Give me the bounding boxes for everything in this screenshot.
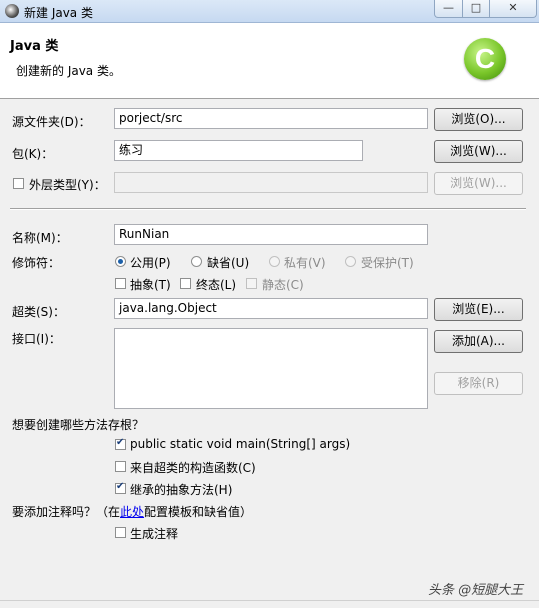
comments-question: 要添加注释吗？（在此处配置模板和缺省值） — [12, 503, 252, 520]
superclass-constructors-label: 来自超类的构造函数(C) — [130, 461, 256, 475]
modifier-public-label: 公用(P) — [130, 256, 171, 270]
remove-interface-button[interactable]: 移除(R) — [434, 372, 523, 395]
configure-templates-link[interactable]: 此处 — [120, 505, 144, 519]
comments-question-suffix: 配置模板和缺省值） — [144, 505, 253, 519]
modifier-default-radio[interactable] — [191, 256, 202, 267]
separator — [10, 208, 526, 210]
name-label: 名称(M)： — [12, 231, 68, 245]
abstract-checkbox[interactable] — [115, 278, 126, 289]
class-name-input[interactable]: RunNian — [114, 224, 428, 245]
superclass-label: 超类(S)： — [12, 305, 65, 319]
eclipse-app-icon — [5, 4, 19, 18]
browse-package-button[interactable]: 浏览(W)... — [434, 140, 523, 163]
package-input[interactable]: 练习 — [114, 140, 363, 161]
wizard-header: Java 类 创建新的 Java 类。 C — [0, 23, 539, 99]
modifiers-label: 修饰符： — [12, 256, 61, 270]
modifier-protected-label: 受保护(T) — [361, 256, 414, 270]
final-label: 终态(L) — [196, 278, 237, 292]
interfaces-label: 接口(I)： — [12, 332, 61, 346]
modifier-private-label: 私有(V) — [284, 256, 326, 270]
superclass-input[interactable]: java.lang.Object — [114, 298, 428, 319]
maximize-button[interactable]: □ — [462, 0, 490, 18]
method-stubs-question: 想要创建哪些方法存根？ — [12, 418, 145, 432]
watermark-text: 头条 @短腿大王 — [428, 583, 524, 598]
final-checkbox[interactable] — [180, 278, 191, 289]
enclosing-type-input[interactable] — [114, 172, 428, 193]
source-folder-label: 源文件夹(D)： — [12, 115, 91, 129]
window-titlebar: 新建 Java 类 — □ ✕ — [0, 0, 539, 23]
source-folder-input[interactable]: porject/src — [114, 108, 428, 129]
wizard-subtitle: 创建新的 Java 类。 — [16, 64, 121, 78]
main-method-label: public static void main(String[] args) — [130, 437, 351, 451]
static-label: 静态(C) — [262, 278, 304, 292]
interfaces-list[interactable] — [114, 328, 428, 409]
comments-question-prefix: 要添加注释吗？（在 — [12, 505, 121, 519]
close-button[interactable]: ✕ — [489, 0, 537, 18]
enclosing-type-label: 外层类型(Y)： — [29, 178, 106, 192]
modifier-default-label: 缺省(U) — [207, 256, 250, 270]
enclosing-type-checkbox[interactable] — [13, 178, 24, 189]
inherited-abstract-methods-label: 继承的抽象方法(H) — [130, 483, 233, 497]
wizard-title: Java 类 — [10, 39, 59, 54]
browse-enclosing-type-button[interactable]: 浏览(W)... — [434, 172, 523, 195]
browse-source-folder-button[interactable]: 浏览(O)... — [434, 108, 523, 131]
generate-comments-label: 生成注释 — [130, 527, 179, 541]
generate-comments-checkbox[interactable] — [115, 527, 126, 538]
browse-superclass-button[interactable]: 浏览(E)... — [434, 298, 523, 321]
java-class-icon-letter: C — [474, 43, 496, 74]
modifier-private-radio[interactable] — [269, 256, 280, 267]
java-class-icon: C — [464, 38, 506, 80]
inherited-abstract-methods-checkbox[interactable] — [115, 481, 126, 494]
main-method-checkbox[interactable] — [115, 437, 126, 450]
package-label: 包(K)： — [12, 147, 54, 161]
abstract-label: 抽象(T) — [130, 278, 171, 292]
static-checkbox[interactable] — [246, 278, 257, 289]
modifier-protected-radio[interactable] — [345, 256, 356, 267]
modifier-public-radio[interactable] — [115, 256, 126, 267]
minimize-button[interactable]: — — [434, 0, 463, 18]
superclass-constructors-checkbox[interactable] — [115, 461, 126, 472]
window-title: 新建 Java 类 — [24, 6, 93, 20]
add-interface-button[interactable]: 添加(A)... — [434, 330, 523, 353]
